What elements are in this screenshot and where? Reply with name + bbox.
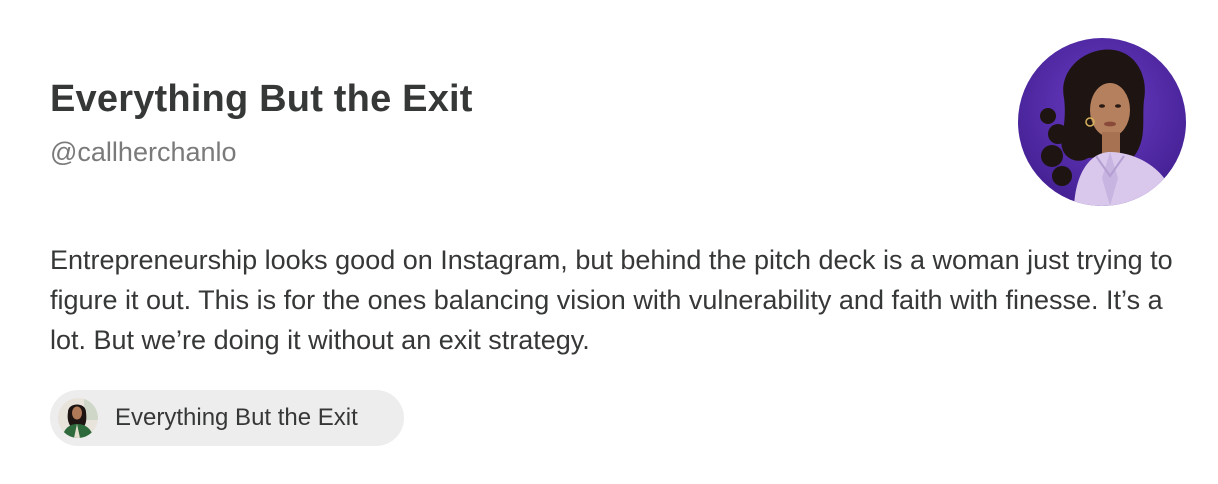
author-portrait-image xyxy=(1018,38,1186,206)
pill-avatar xyxy=(58,398,98,438)
publication-description: Entrepreneurship looks good on Instagram… xyxy=(50,245,1173,355)
publication-card: Everything But the Exit @callherchanlo E… xyxy=(0,0,1218,484)
author-handle[interactable]: @callherchanlo xyxy=(50,135,237,169)
publication-pill-button[interactable]: Everything But the Exit xyxy=(50,390,404,446)
publication-title[interactable]: Everything But the Exit xyxy=(50,76,473,122)
pill-label: Everything But the Exit xyxy=(115,404,358,431)
author-avatar[interactable] xyxy=(1018,38,1186,206)
pill-avatar-image xyxy=(58,398,98,438)
